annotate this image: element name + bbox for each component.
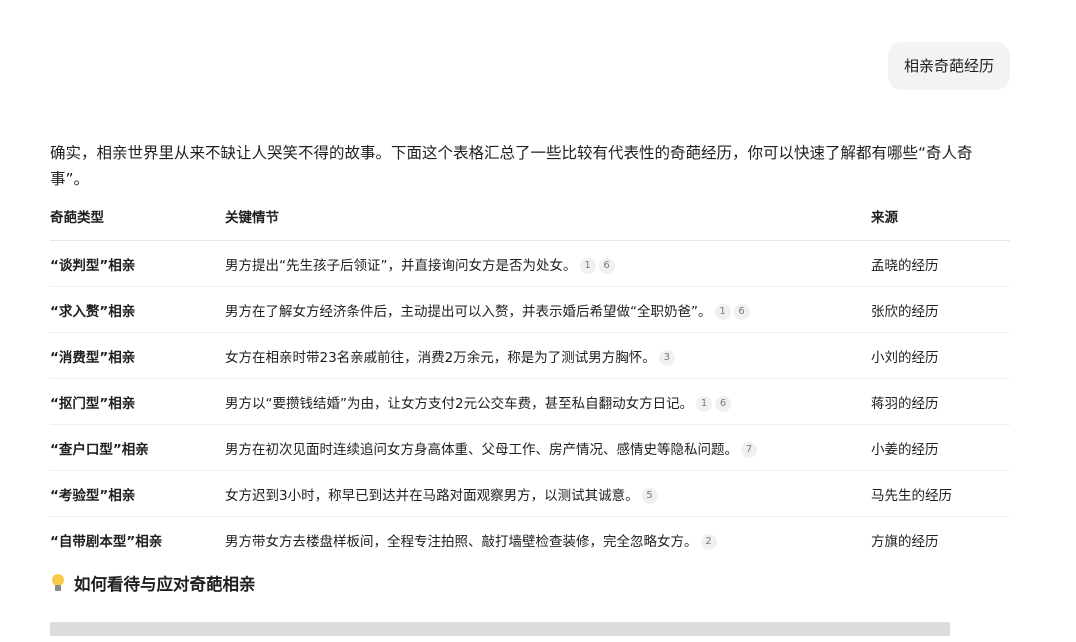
cell-type: “考验型”相亲 xyxy=(50,470,225,517)
table-header-row: 奇葩类型 关键情节 来源 xyxy=(50,206,1010,241)
citation-badge[interactable]: 1 xyxy=(696,395,713,412)
cell-plot: 女方在相亲时带23名亲戚前往，消费2万余元，称是为了测试男方胸怀。 3 xyxy=(225,332,871,379)
cell-type: “查户口型”相亲 xyxy=(50,424,225,471)
citation-badge[interactable]: 6 xyxy=(733,303,750,320)
cell-source: 方旗的经历 xyxy=(871,533,939,550)
table-row: “求入赘”相亲 男方在了解女方经济条件后，主动提出可以入赘，并表示婚后希望做“全职… xyxy=(50,286,1010,333)
cell-plot-text: 男方以“要攒钱结婚”为由，让女方支付2元公交车费，甚至私自翻动女方日记。 xyxy=(225,395,694,412)
cell-source: 孟晓的经历 xyxy=(871,240,1010,287)
cell-type: “消费型”相亲 xyxy=(50,332,225,379)
header-type: 奇葩类型 xyxy=(50,206,225,241)
citation-badge[interactable]: 6 xyxy=(598,257,615,274)
cell-plot-text: 男方在初次见面时连续追问女方身高体重、父母工作、房产情况、感情史等隐私问题。 xyxy=(225,441,738,458)
citation-badge[interactable]: 2 xyxy=(700,533,717,550)
cell-type: “抠门型”相亲 xyxy=(50,378,225,425)
cell-plot-text: 女方在相亲时带23名亲戚前往，消费2万余元，称是为了测试男方胸怀。 xyxy=(225,349,656,366)
cell-type: “自带剧本型”相亲 xyxy=(50,533,163,550)
cell-source: 马先生的经历 xyxy=(871,470,1010,517)
cell-source: 小刘的经历 xyxy=(871,332,1010,379)
table-row: “考验型”相亲 女方迟到3小时，称早已到达并在马路对面观察男方，以测试其诚意。 5 马… xyxy=(50,470,1010,517)
user-message-bubble: 相亲奇葩经历 xyxy=(887,42,1010,90)
cell-plot: 男方在初次见面时连续追问女方身高体重、父母工作、房产情况、感情史等隐私问题。 7 xyxy=(225,424,871,471)
cell-plot-text: 男方带女方去楼盘样板间，全程专注拍照、敲打墙壁检查装修，完全忽略女方。 xyxy=(225,533,698,550)
cut-off-text-line xyxy=(50,622,990,642)
cell-type: “求入赘”相亲 xyxy=(50,286,225,333)
cell-plot: 男方以“要攒钱结婚”为由，让女方支付2元公交车费，甚至私自翻动女方日记。 1 6 xyxy=(225,378,871,425)
cell-plot: 女方迟到3小时，称早已到达并在马路对面观察男方，以测试其诚意。 5 xyxy=(225,470,871,517)
cell-plot: 男方带女方去楼盘样板间，全程专注拍照、敲打墙壁检查装修，完全忽略女方。 2 xyxy=(225,517,871,563)
citation-badge[interactable]: 3 xyxy=(658,349,675,366)
citation-badge[interactable]: 1 xyxy=(714,303,731,320)
cell-source: 蒋羽的经历 xyxy=(871,378,1010,425)
citation-badge[interactable]: 1 xyxy=(579,257,596,274)
section-heading: 如何看待与应对奇葩相亲 xyxy=(50,568,1010,598)
cell-plot-text: 男方提出“先生孩子后领证”，并直接询问女方是否为处女。 xyxy=(225,257,577,274)
header-source: 来源 xyxy=(871,206,1010,241)
cell-plot-text: 男方在了解女方经济条件后，主动提出可以入赘，并表示婚后希望做“全职奶爸”。 xyxy=(225,303,712,320)
cell-source: 张欣的经历 xyxy=(871,286,1010,333)
table-row: “自带剧本型”相亲 男方带女方去楼盘样板间，全程专注拍照、敲打墙壁检查装修，完全忽… xyxy=(50,517,1010,563)
citation-badge[interactable]: 7 xyxy=(741,441,757,458)
table-row: “消费型”相亲 女方在相亲时带23名亲戚前往，消费2万余元，称是为了测试男方胸怀。… xyxy=(50,332,1010,379)
answer-intro: 确实，相亲世界里从来不缺让人哭笑不得的故事。下面这个表格汇总了一些比较有代表性的… xyxy=(50,144,973,188)
cell-type: “谈判型”相亲 xyxy=(50,240,225,287)
table-row: “查户口型”相亲 男方在初次见面时连续追问女方身高体重、父母工作、房产情况、感情史… xyxy=(50,424,1010,471)
cell-source: 小姜的经历 xyxy=(871,424,1010,471)
assistant-answer: 确实，相亲世界里从来不缺让人哭笑不得的故事。下面这个表格汇总了一些比较有代表性的… xyxy=(50,140,1010,598)
cell-plot-text: 女方迟到3小时，称早已到达并在马路对面观察男方，以测试其诚意。 xyxy=(225,487,639,504)
citation-badge[interactable]: 6 xyxy=(715,395,732,412)
section-heading-text: 如何看待与应对奇葩相亲 xyxy=(74,575,256,594)
cell-plot: 男方提出“先生孩子后领证”，并直接询问女方是否为处女。 1 6 xyxy=(225,240,871,287)
citation-badge[interactable]: 5 xyxy=(641,487,658,504)
lightbulb-icon xyxy=(50,574,66,592)
table-row: “谈判型”相亲 男方提出“先生孩子后领证”，并直接询问女方是否为处女。 1 6 孟晓的经… xyxy=(50,240,1010,287)
header-plot: 关键情节 xyxy=(225,206,871,241)
cases-table: 奇葩类型 关键情节 来源 “谈判型”相亲 男方提出“先生孩子后领证”，并直接询问女… xyxy=(50,206,1010,562)
cell-plot: 男方在了解女方经济条件后，主动提出可以入赘，并表示婚后希望做“全职奶爸”。 1 6 xyxy=(225,286,871,333)
table-row: “抠门型”相亲 男方以“要攒钱结婚”为由，让女方支付2元公交车费，甚至私自翻动女方… xyxy=(50,378,1010,425)
